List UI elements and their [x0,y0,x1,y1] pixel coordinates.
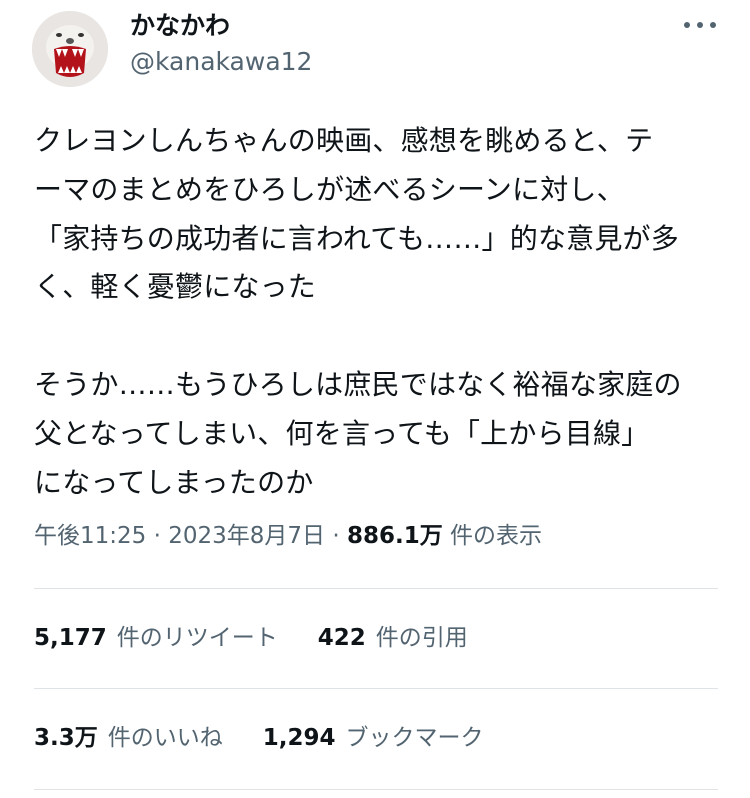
avatar[interactable] [32,11,108,87]
tweet-time[interactable]: 午後11:25 [34,523,146,549]
more-options-icon [684,22,716,28]
bookmarks-stat[interactable]: 1,294 ブックマーク [263,720,484,756]
user-handle[interactable]: @kanakawa12 [130,47,312,77]
tweet-text: クレヨンしんちゃんの映画、感想を眺めると、テ ーマのまとめをひろしが述べるシーン… [34,117,724,507]
quotes-stat[interactable]: 422 件の引用 [318,620,468,656]
display-name[interactable]: かなかわ [130,12,230,40]
quotes-label: 件の引用 [375,625,468,651]
divider [34,789,718,790]
bookmarks-count: 1,294 [262,725,336,751]
retweets-label: 件のリツイート [116,625,278,651]
tweet-line: になってしまったのか [34,465,314,499]
meta-separator: · [146,523,169,549]
retweets-count: 5,177 [34,625,107,651]
retweets-stat[interactable]: 5,177 件のリツイート [34,620,278,656]
tweet-line: ーマのまとめをひろしが述べるシーンに対し、 [34,172,625,206]
tweet-line: そうか……もうひろしは庶民ではなく裕福な家庭の [34,367,682,401]
divider [34,688,718,689]
tweet-line: クレヨンしんちゃんの映画、感想を眺めると、テ [34,124,654,157]
meta-separator: · [325,523,347,549]
likes-count: 3.3万 [34,725,98,751]
bookmarks-label: ブックマーク [345,725,484,751]
likes-label: 件のいいね [107,725,223,751]
likes-stat[interactable]: 3.3万 件のいいね [34,720,223,756]
wolf-mask-avatar-icon [32,11,108,87]
tweet-line: 「家持ちの成功者に言われても……」的な意見が多 [34,221,679,255]
view-count: 886.1万 [346,523,443,549]
divider [34,588,718,589]
quotes-count: 422 [317,625,366,651]
tweet-line: く、軽く憂鬱になった [34,270,317,304]
tweet-date[interactable]: 2023年8月7日 [168,523,325,549]
tweet-line: 父となってしまい、何を言っても「上から目線」 [34,416,650,450]
more-options-button[interactable] [678,10,722,40]
view-label: 件の表示 [442,523,543,549]
stats-row: 5,177 件のリツイート 422 件の引用 [34,620,468,656]
tweet-meta: 午後11:25 · 2023年8月7日 · 886.1万 件の表示 [34,518,542,554]
stats-row: 3.3万 件のいいね 1,294 ブックマーク [34,720,484,756]
